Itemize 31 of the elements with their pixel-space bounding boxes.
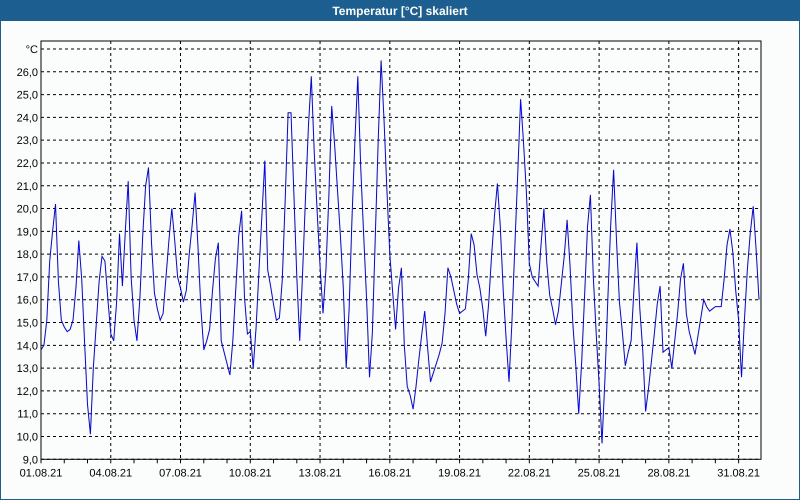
y-axis-label: 14,0 [16, 340, 38, 352]
x-axis-label: 10.08.21 [228, 467, 272, 480]
y-axis-label: °C [26, 44, 38, 56]
y-axis-label: 18,0 [16, 249, 38, 262]
x-axis-label: 22.08.21 [508, 467, 551, 480]
y-axis-label: 12,0 [16, 386, 38, 398]
y-axis-label: 16,0 [16, 294, 38, 307]
y-axis-label: 25,0 [16, 90, 38, 102]
y-axis-label: 15,0 [16, 318, 38, 330]
x-axis-label: 01.08.21 [20, 467, 62, 480]
y-axis-label: 22,0 [16, 158, 38, 170]
x-axis-label: 25.08.21 [578, 467, 620, 480]
y-axis-label: 9,0 [22, 454, 38, 466]
y-axis-label: 17,0 [16, 272, 38, 284]
y-axis-label: 24,0 [16, 112, 38, 124]
x-axis-label: 13.08.21 [298, 467, 342, 480]
x-axis-label: 31.08.21 [717, 467, 760, 480]
y-axis-label: 11,0 [17, 408, 38, 421]
y-axis-label: 21,0 [16, 180, 38, 193]
x-axis-label: 04.08.21 [89, 467, 132, 480]
x-axis-label: 19.08.21 [438, 467, 481, 480]
x-axis-label: 07.08.21 [159, 467, 202, 480]
y-axis-label: 13,0 [16, 363, 38, 376]
x-axis-label: 16.08.21 [368, 467, 412, 480]
y-axis-label: 23,0 [16, 135, 38, 148]
window-title: Temperatur [°C] skaliert [1, 1, 799, 21]
y-axis-label: 20,0 [16, 204, 38, 216]
y-axis-label: 19,0 [16, 226, 38, 238]
x-axis-label: 28.08.21 [647, 467, 690, 480]
y-axis-label: 10,0 [16, 432, 38, 444]
y-axis-label: 26,0 [16, 66, 38, 79]
